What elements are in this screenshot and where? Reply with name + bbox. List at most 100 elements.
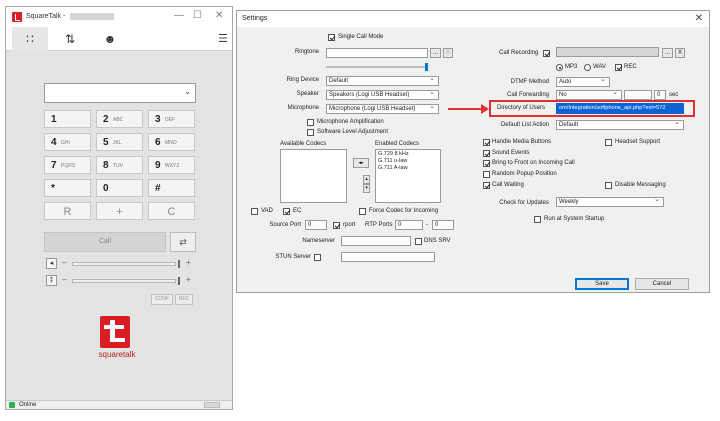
close-icon[interactable]: ✕ <box>215 11 223 21</box>
ringtone-browse-button[interactable]: ... <box>430 48 441 58</box>
mic-volume-slider[interactable] <box>72 279 176 283</box>
run-at-startup-checkbox[interactable] <box>534 216 541 223</box>
list-item[interactable]: G.729 8 kHz <box>378 151 438 158</box>
transfer-button[interactable]: ⇄ <box>170 232 196 252</box>
mic-amplification-checkbox[interactable] <box>307 119 314 126</box>
conference-button[interactable]: CONF <box>151 294 173 305</box>
move-codec-button[interactable]: ◂▸ <box>353 158 369 168</box>
mp3-radio[interactable] <box>556 64 563 71</box>
forwarding-target-input[interactable] <box>624 90 652 100</box>
nameserver-input[interactable] <box>341 236 411 246</box>
dial-number-combo[interactable]: ⌄ <box>44 83 196 103</box>
menu-icon[interactable]: ☰ <box>218 32 228 45</box>
codec-up-button[interactable]: ▴ <box>363 175 370 184</box>
stun-server-checkbox[interactable] <box>314 254 321 261</box>
clear-button[interactable]: C <box>148 202 195 220</box>
wav-radio[interactable] <box>584 64 591 71</box>
ringtone-clear-button[interactable]: X <box>443 48 453 58</box>
list-item[interactable]: G.711 u-law <box>378 158 438 165</box>
ringtone-volume-slider[interactable] <box>326 66 428 68</box>
enabled-codecs-list[interactable]: G.729 8 kHz G.711 u-law G.711 A-law <box>375 149 441 203</box>
mic-volume-up[interactable]: + <box>186 275 191 284</box>
codec-down-button[interactable]: ▾ <box>363 184 370 193</box>
speaker-select[interactable]: Speakers (Logi USB Headset) <box>326 90 439 100</box>
transfer-icon: ⇄ <box>179 237 187 247</box>
ring-device-select[interactable]: Default <box>326 76 439 86</box>
mic-mute-button[interactable]: ‡ <box>46 275 57 286</box>
cancel-button[interactable]: Cancel <box>635 278 689 290</box>
speaker-volume-down[interactable]: – <box>62 258 66 267</box>
key-1[interactable]: 1 <box>44 110 91 128</box>
disable-messaging-checkbox[interactable] <box>605 182 612 189</box>
available-codecs-list[interactable] <box>280 149 347 203</box>
rtp-port-from-input[interactable]: 0 <box>395 220 423 230</box>
sound-events-checkbox[interactable] <box>483 150 490 157</box>
maximize-icon[interactable]: ☐ <box>193 11 202 21</box>
random-popup-checkbox[interactable] <box>483 171 490 178</box>
ec-checkbox[interactable] <box>283 208 290 215</box>
bring-to-front-label: Bring to Front on Incoming Call <box>492 160 575 166</box>
ringtone-volume-thumb[interactable] <box>425 63 428 71</box>
speaker-volume-slider[interactable] <box>72 262 176 266</box>
software-level-checkbox[interactable] <box>307 129 314 136</box>
call-forwarding-select[interactable]: No <box>556 90 622 100</box>
default-list-action-select[interactable]: Default <box>556 120 684 130</box>
dns-srv-checkbox[interactable] <box>415 238 422 245</box>
dtmf-method-select[interactable]: Auto <box>556 77 610 87</box>
rec-checkbox[interactable] <box>615 64 622 71</box>
handle-media-buttons-checkbox[interactable] <box>483 139 490 146</box>
key-9[interactable]: 9 WXYZ <box>148 156 195 174</box>
settings-dialog: Settings ✕ Single Call Mode Ringtone ...… <box>236 10 710 293</box>
speaker-volume-up[interactable]: + <box>186 258 191 267</box>
tab-dialpad[interactable]: ∷ <box>12 27 48 51</box>
single-call-mode-checkbox[interactable] <box>328 34 335 41</box>
plus-button[interactable]: + <box>96 202 143 220</box>
speaker-mute-button[interactable]: ◂ <box>46 258 57 269</box>
chevron-down-icon[interactable]: ⌄ <box>184 87 191 96</box>
key-6[interactable]: 6 MNO <box>148 133 195 151</box>
tab-call-history[interactable]: ⇅ <box>52 27 88 51</box>
minimize-icon[interactable]: — <box>174 11 184 21</box>
vad-checkbox[interactable] <box>251 208 258 215</box>
contacts-icon: ☻ <box>103 32 117 46</box>
speaker-icon: ◂ <box>49 260 54 267</box>
call-waiting-checkbox[interactable] <box>483 182 490 189</box>
force-codec-checkbox[interactable] <box>359 208 366 215</box>
key-star[interactable]: * <box>44 179 91 197</box>
tab-contacts[interactable]: ☻ <box>92 27 128 51</box>
key-3[interactable]: 3 DEF <box>148 110 195 128</box>
recording-clear-button[interactable]: X <box>675 48 685 58</box>
headset-support-checkbox[interactable] <box>605 139 612 146</box>
key-5[interactable]: 5 JKL <box>96 133 143 151</box>
key-hash[interactable]: # <box>148 179 195 197</box>
speaker-volume-thumb[interactable] <box>178 260 180 268</box>
status-text: Online <box>19 402 37 408</box>
key-2[interactable]: 2 ABC <box>96 110 143 128</box>
recording-path-input[interactable] <box>556 47 659 57</box>
check-updates-select[interactable]: Weekly <box>556 197 664 207</box>
ringtone-input[interactable] <box>326 48 428 58</box>
recording-browse-button[interactable]: ... <box>662 48 673 58</box>
rport-checkbox[interactable] <box>333 222 340 229</box>
key-4[interactable]: 4 GHI <box>44 133 91 151</box>
close-icon[interactable]: ✕ <box>695 13 703 24</box>
record-button[interactable]: REC <box>175 294 193 305</box>
forwarding-delay-input[interactable]: 0 <box>654 90 666 100</box>
mic-volume-thumb[interactable] <box>178 277 180 285</box>
list-item[interactable]: G.711 A-law <box>378 165 438 172</box>
mic-volume-down[interactable]: – <box>62 275 66 284</box>
call-button[interactable]: Call <box>44 232 166 252</box>
stun-server-input[interactable] <box>341 252 435 262</box>
key-0[interactable]: 0 <box>96 179 143 197</box>
annotation-arrow-icon <box>481 104 489 114</box>
source-port-input[interactable]: 0 <box>305 220 327 230</box>
redial-button[interactable]: R <box>44 202 91 220</box>
key-8[interactable]: 8 TUV <box>96 156 143 174</box>
key-7[interactable]: 7 PQRS <box>44 156 91 174</box>
bring-to-front-checkbox[interactable] <box>483 160 490 167</box>
rtp-port-to-input[interactable]: 0 <box>432 220 454 230</box>
call-recording-checkbox[interactable] <box>543 50 550 57</box>
software-level-label: Software Level Adjustment <box>317 129 389 135</box>
save-button[interactable]: Save <box>575 278 629 290</box>
microphone-select[interactable]: Microphone (Logi USB Headset) <box>326 104 439 114</box>
